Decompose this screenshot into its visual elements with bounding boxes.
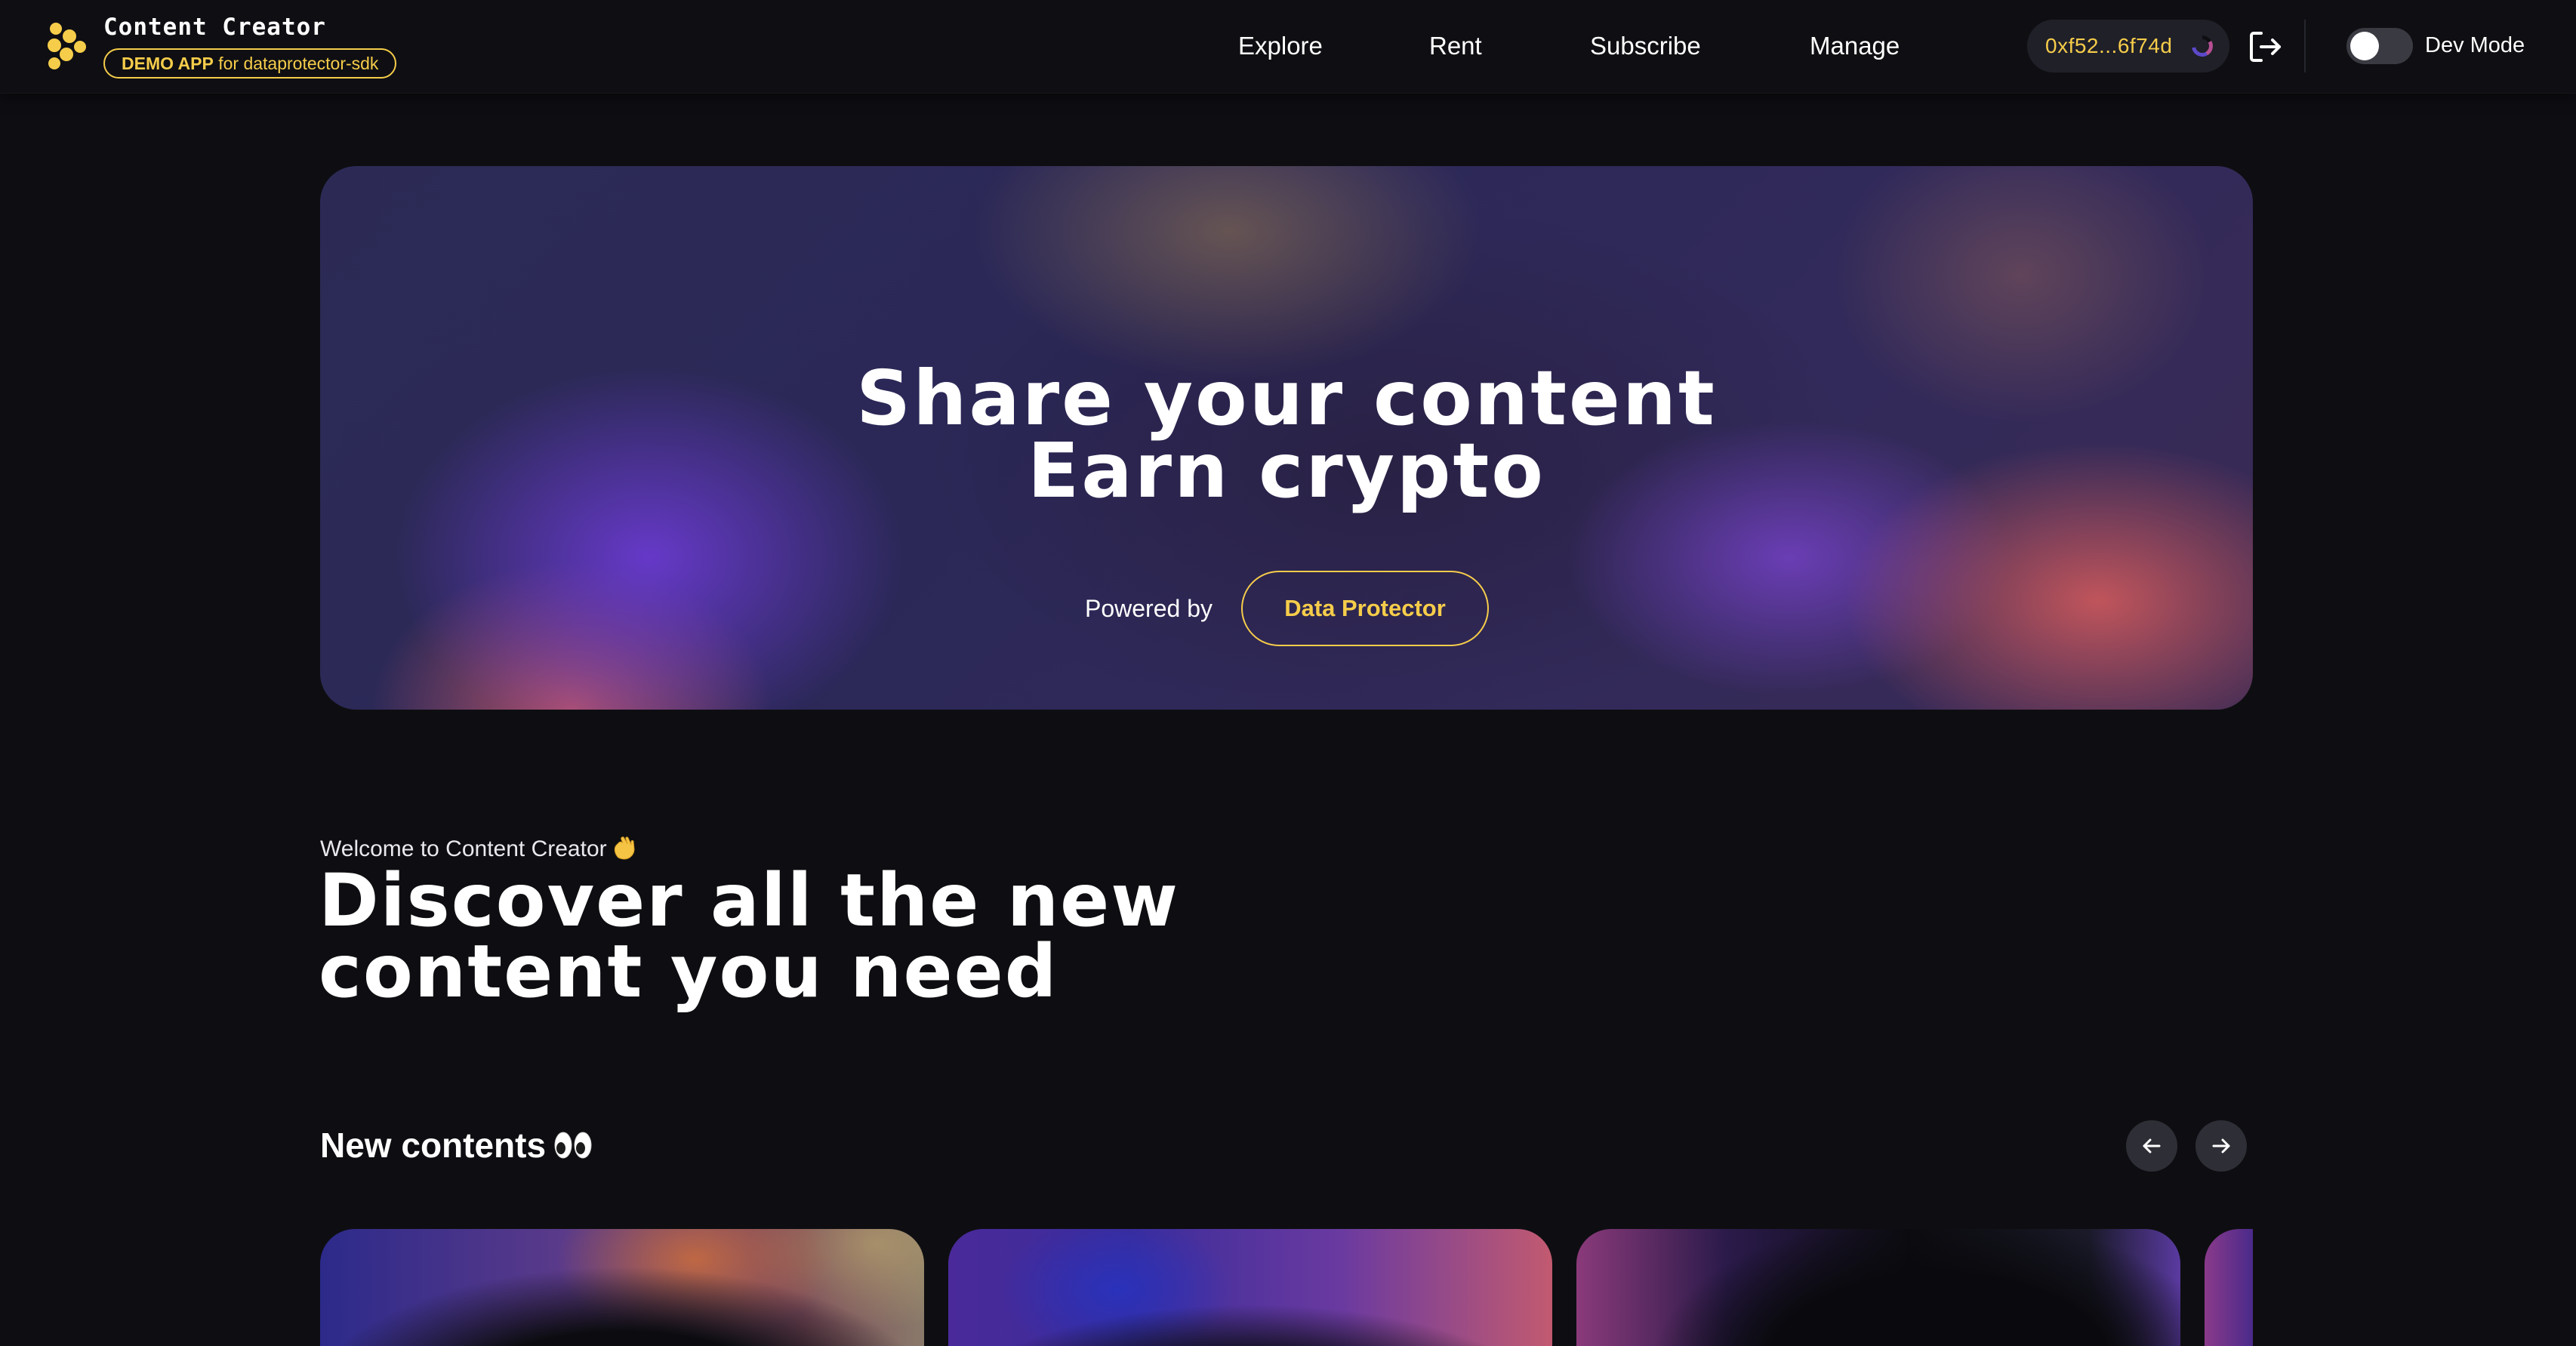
powered-by-label: Powered by [1085,595,1213,622]
waving-hand-icon [614,836,635,860]
demo-badge-text: for dataprotector-sdk [213,54,379,73]
new-contents-label: New contents [320,1126,547,1165]
new-contents-title: New contents [320,1125,593,1166]
discover-heading-line2: content you need [319,929,1058,1014]
dev-mode-label: Dev Mode [2425,33,2525,57]
nav-item-explore[interactable]: Explore [1238,32,1323,60]
hero-banner: Share your content Earn crypto Powered b… [320,166,2253,710]
hero-title-line2: Earn crypto [1028,427,1545,515]
carousel-prev-button[interactable] [2126,1120,2177,1172]
logout-icon[interactable] [2246,27,2285,66]
content-card[interactable] [2205,1229,2253,1346]
discover-heading-line1: Discover all the new [319,858,1179,943]
nav-item-manage[interactable]: Manage [1810,32,1900,60]
content-card[interactable] [948,1229,1552,1346]
demo-badge: DEMO APP for dataprotector-sdk [103,48,397,79]
nav-item-subscribe[interactable]: Subscribe [1590,32,1701,60]
app-name: Content Creator [103,14,326,41]
dev-mode-toggle-knob [2350,32,2379,60]
arrow-left-icon [2143,1138,2161,1153]
carousel-next-button[interactable] [2195,1120,2247,1172]
eyes-icon [554,1132,592,1159]
wallet-avatar-icon [2192,35,2213,57]
page: Content Creator DEMO APP for dataprotect… [0,0,2576,1346]
content-card[interactable] [1576,1229,2180,1346]
content-card[interactable] [320,1229,924,1346]
top-bar: Content Creator DEMO APP for dataprotect… [0,0,2576,94]
demo-badge-strong: DEMO APP [122,54,214,73]
wallet-address: 0xf52...6f74d [2045,34,2173,57]
header-divider [2304,20,2306,72]
data-protector-button[interactable]: Data Protector [1241,571,1489,646]
honeycomb-logo-icon[interactable] [44,21,89,71]
nav-item-rent[interactable]: Rent [1429,32,1482,60]
wallet-button[interactable]: 0xf52...6f74d [2027,20,2229,72]
dev-mode-toggle[interactable] [2346,28,2413,64]
arrow-right-icon [2212,1138,2230,1153]
hero-title-line1: Share your content [856,354,1717,442]
